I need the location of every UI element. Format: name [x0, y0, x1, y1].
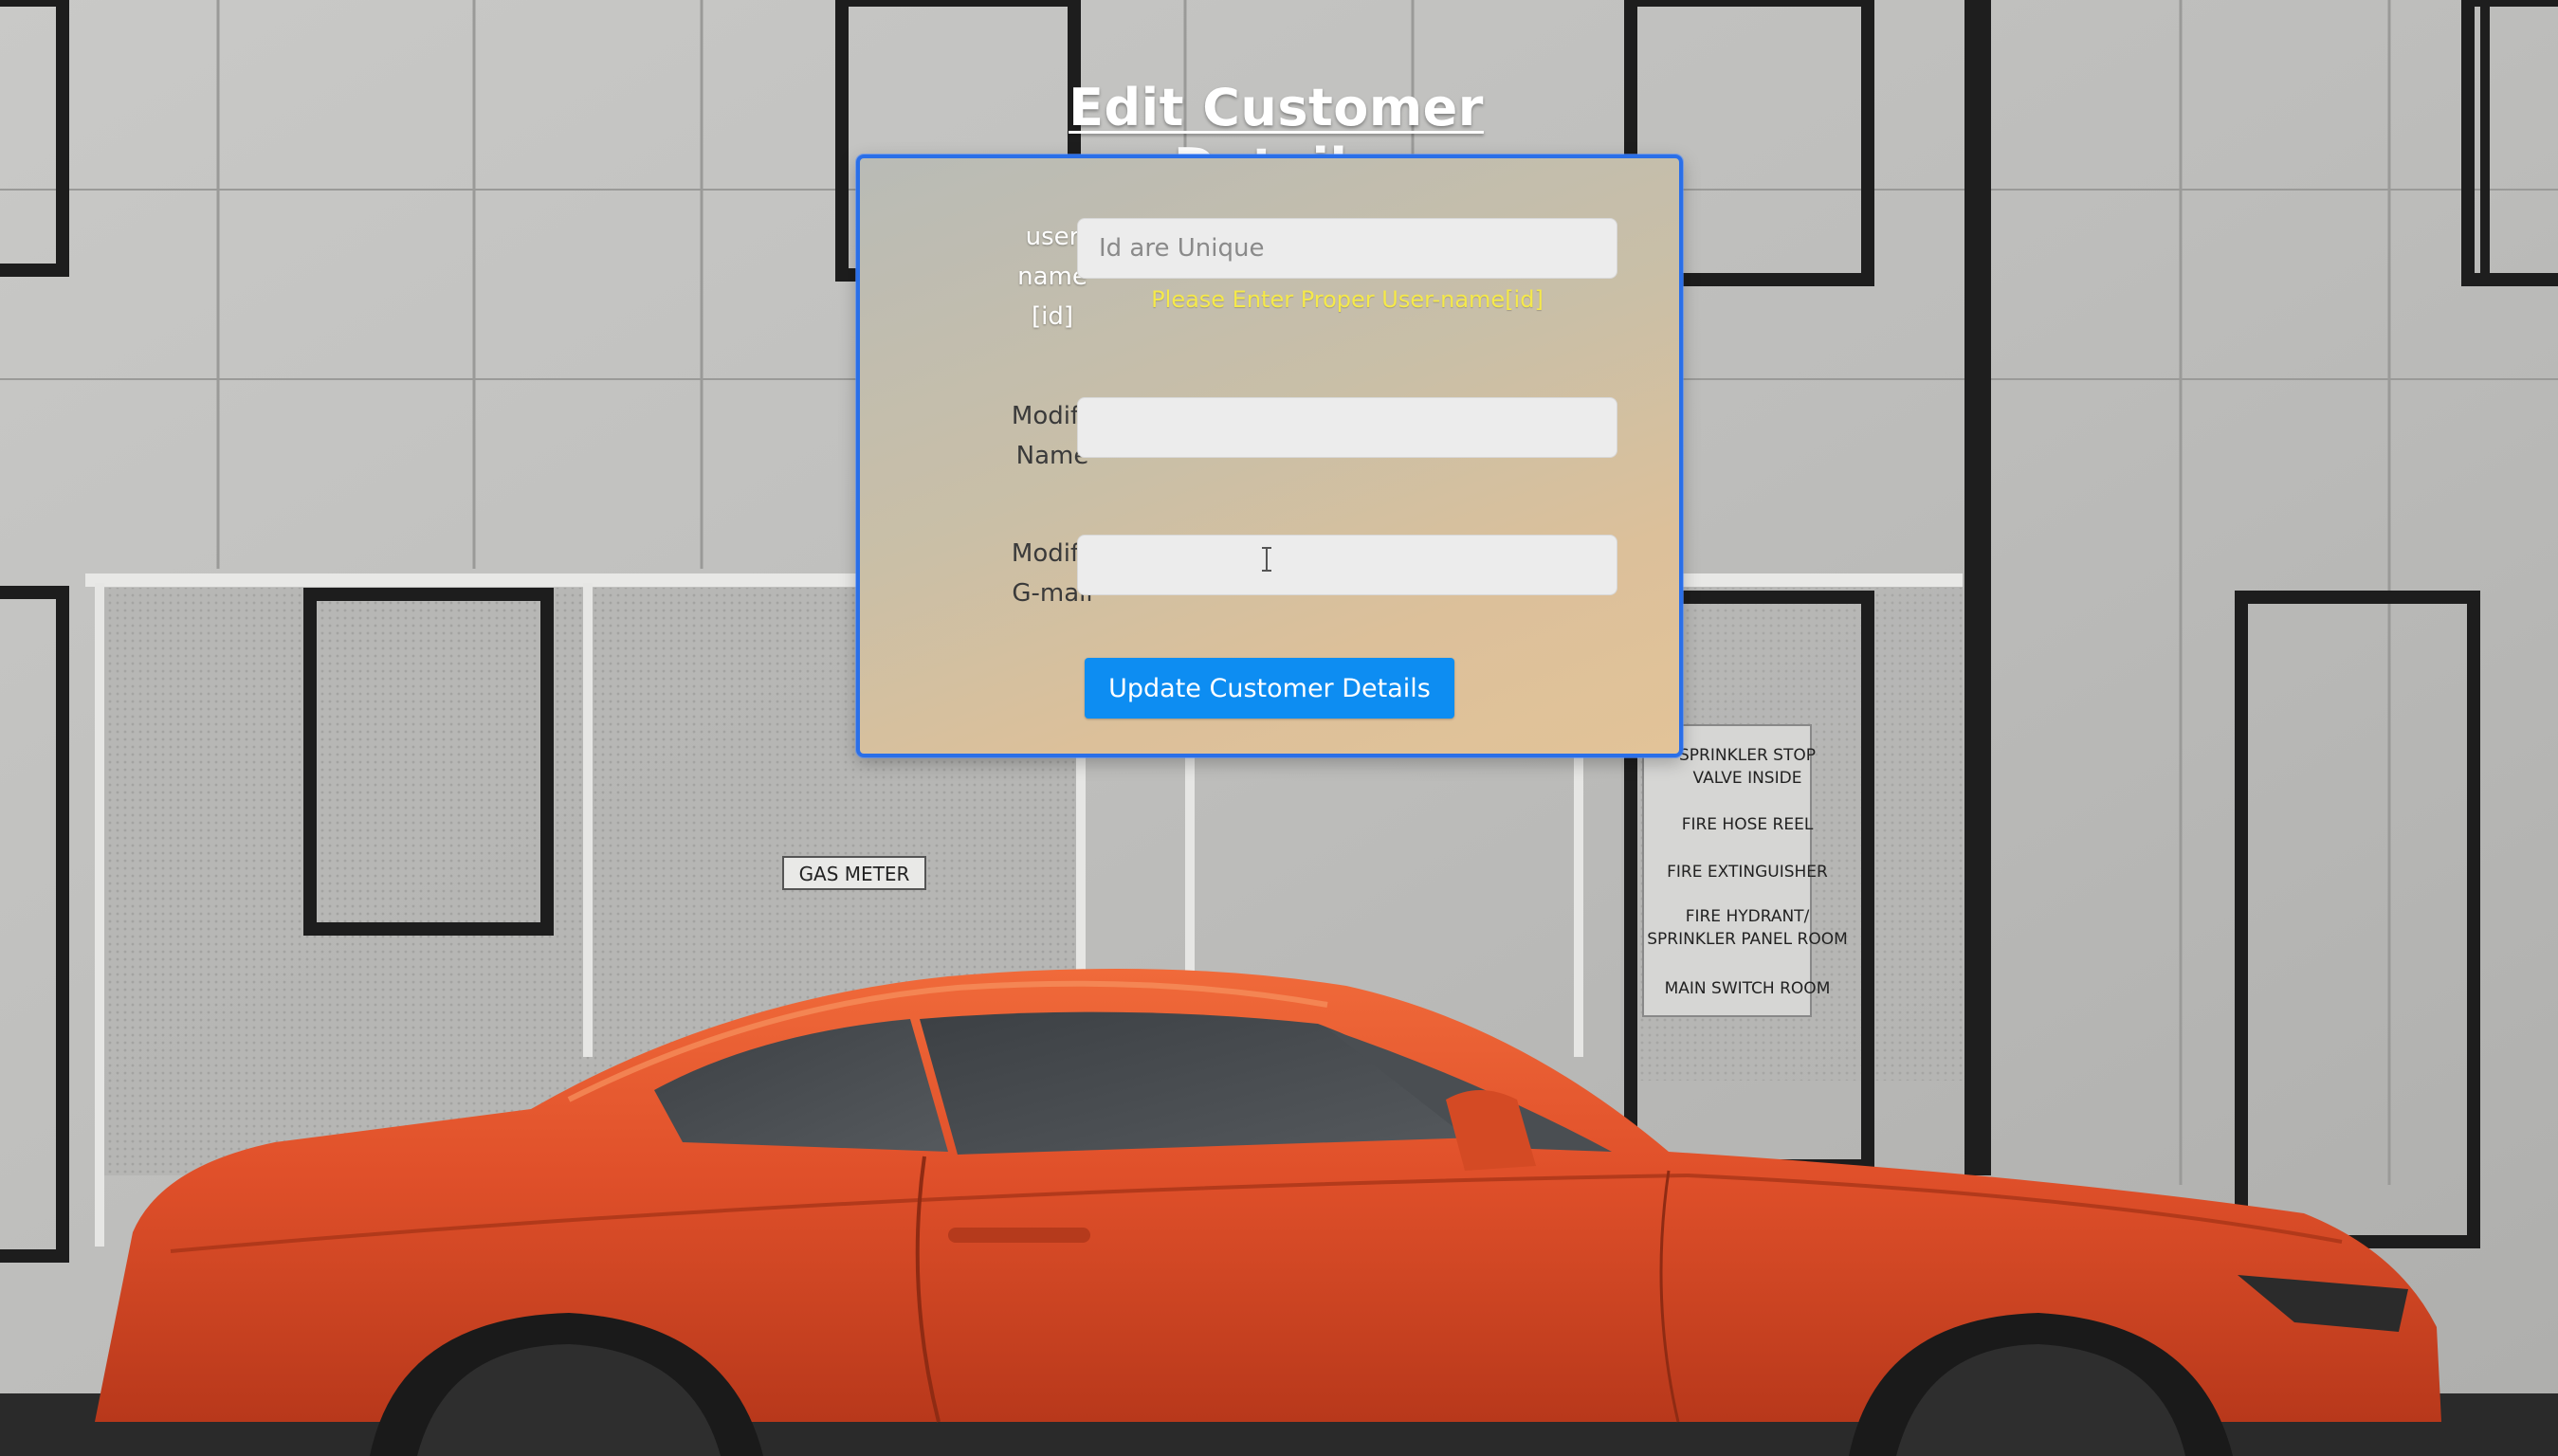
- email-input[interactable]: [1077, 535, 1617, 595]
- update-customer-button[interactable]: Update Customer Details: [1085, 658, 1454, 719]
- username-input[interactable]: [1077, 218, 1617, 279]
- i-beam-cursor-icon: [1262, 547, 1271, 572]
- sign-fire-hose-reel: FIRE HOSE REEL: [1682, 815, 1814, 834]
- username-error-message: Please Enter Proper User-name[id]: [1151, 286, 1544, 313]
- sign-fire-extinguisher: FIRE EXTINGUISHER: [1667, 863, 1828, 882]
- sign-sprinkler-stop: SPRINKLER STOP: [1679, 746, 1816, 765]
- gas-meter-sign: GAS METER: [799, 863, 910, 885]
- sign-main-switch-room: MAIN SWITCH ROOM: [1665, 979, 1831, 998]
- page: GAS METER SPRINKLER STOP VALVE INSIDE FI…: [0, 0, 2558, 1456]
- sign-fire-hydrant: FIRE HYDRANT/: [1686, 907, 1810, 926]
- name-input[interactable]: [1077, 397, 1617, 458]
- edit-customer-form: user name [id] Please Enter Proper User-…: [856, 155, 1683, 757]
- sign-sprinkler-panel-room: SPRINKLER PANEL ROOM: [1647, 930, 1848, 949]
- sign-valve-inside: VALVE INSIDE: [1693, 769, 1802, 788]
